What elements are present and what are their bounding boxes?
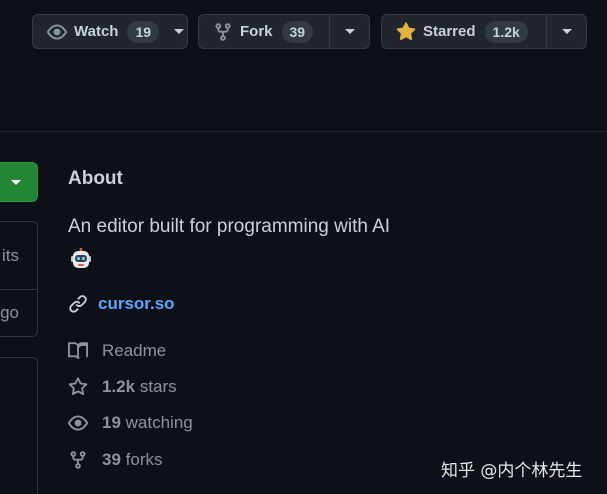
watch-count: 19 <box>127 20 160 43</box>
fork-count: 39 <box>281 20 314 43</box>
chevron-down-icon <box>344 29 355 34</box>
star-outline-icon <box>68 377 88 397</box>
about-description: An editor built for programming with AI <box>68 216 391 237</box>
readme-label: Readme <box>102 341 167 360</box>
stars-count: 1.2k <box>102 377 136 396</box>
fork-label: Fork <box>240 23 273 40</box>
watchers-link[interactable]: 19 watching <box>68 413 193 433</box>
link-icon <box>68 294 88 314</box>
website-link-row: cursor.so <box>68 294 175 314</box>
chevron-down-icon <box>11 179 21 185</box>
left-panel-box: its go <box>0 221 38 337</box>
fork-button[interactable]: Fork 39 <box>199 15 329 48</box>
starred-label: Starred <box>423 23 476 40</box>
star-dropdown-button[interactable] <box>546 15 586 48</box>
star-filled-icon <box>396 21 416 42</box>
chevron-down-icon <box>561 29 572 34</box>
left-panel-row[interactable]: go <box>0 290 37 336</box>
left-panel-box-lower <box>0 357 38 494</box>
watch-dropdown-button[interactable] <box>171 15 187 48</box>
fork-icon <box>213 22 233 42</box>
forks-label: forks <box>120 450 163 469</box>
watching-label: watching <box>120 413 193 432</box>
left-panel-row-text: its <box>2 245 19 265</box>
stars-link[interactable]: 1.2k stars <box>68 377 177 397</box>
left-panel-row-text: go <box>0 303 19 322</box>
watermark: 知乎 @内个林先生 <box>441 461 583 481</box>
book-icon <box>68 341 88 361</box>
watching-text: 19 watching <box>102 413 193 433</box>
fork-button-group: Fork 39 <box>198 14 370 49</box>
watching-count: 19 <box>102 413 121 432</box>
fork-icon <box>68 450 88 470</box>
stars-label: stars <box>135 377 177 396</box>
divider <box>0 131 607 132</box>
forks-text: 39 forks <box>102 450 162 470</box>
fork-dropdown-button[interactable] <box>329 15 369 48</box>
eye-icon <box>68 413 88 433</box>
stars-text: 1.2k stars <box>102 377 177 397</box>
watch-button[interactable]: Watch 19 <box>33 15 171 48</box>
watch-label: Watch <box>74 23 119 40</box>
forks-count: 39 <box>102 450 121 469</box>
eye-icon <box>47 22 67 42</box>
star-count: 1.2k <box>484 20 528 43</box>
robot-face-icon <box>70 248 92 270</box>
about-heading: About <box>68 168 123 189</box>
left-panel-row[interactable]: its <box>0 222 37 290</box>
readme-link[interactable]: Readme <box>68 341 166 361</box>
code-button[interactable] <box>0 162 38 202</box>
website-link[interactable]: cursor.so <box>98 294 175 314</box>
forks-link[interactable]: 39 forks <box>68 450 162 470</box>
starred-button[interactable]: Starred 1.2k <box>382 15 546 48</box>
chevron-down-icon <box>174 29 185 34</box>
watch-button-group: Watch 19 <box>32 14 188 49</box>
star-button-group: Starred 1.2k <box>381 14 587 49</box>
